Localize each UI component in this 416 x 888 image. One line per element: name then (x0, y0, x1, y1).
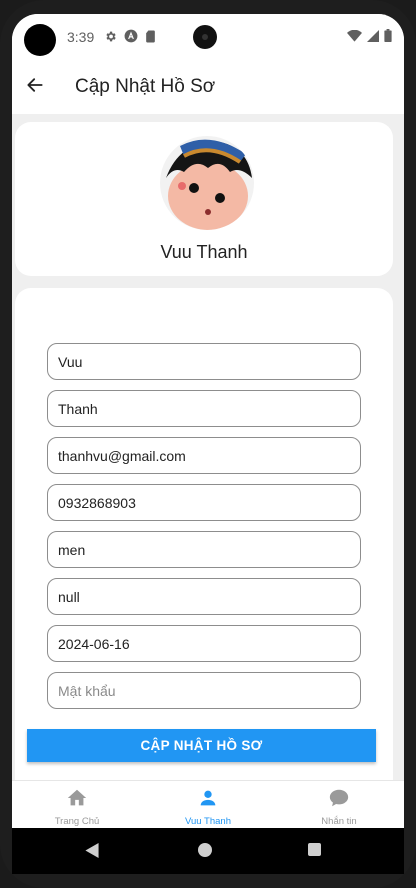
phone-screen: 3:39 Cập Nhật Hồ Sơ Vuu Thanh Vuu Thanh … (12, 14, 404, 874)
device-frame: 3:39 Cập Nhật Hồ Sơ Vuu Thanh Vuu Thanh … (0, 0, 416, 888)
system-back-icon[interactable] (85, 843, 99, 863)
status-icons-left (104, 29, 156, 48)
nav-label-profile: Vuu Thanh (185, 816, 231, 827)
profile-name: Vuu Thanh (160, 242, 248, 262)
signal-icon (367, 29, 379, 47)
front-camera (193, 25, 217, 49)
person-icon (197, 787, 219, 809)
password-field[interactable]: Mật khẩu (47, 672, 361, 709)
address-field[interactable]: null (47, 578, 361, 615)
app-bar: Cập Nhật Hồ Sơ (12, 60, 404, 114)
battery-icon (384, 29, 392, 47)
gear-icon (104, 30, 117, 48)
profile-card: Vuu Thanh (15, 122, 393, 276)
email-field[interactable]: thanhvu@gmail.com (47, 437, 361, 474)
chat-bubble-icon (328, 787, 350, 809)
system-navigation-bar (12, 828, 404, 874)
nav-item-home[interactable]: Trang Chủ (12, 781, 142, 829)
wifi-icon (347, 29, 362, 47)
sim-card-icon (145, 30, 156, 48)
home-icon (66, 787, 88, 809)
nav-label-messages: Nhắn tin (321, 816, 357, 827)
phone-field[interactable]: 0932868903 (47, 484, 361, 521)
status-time: 3:39 (67, 29, 95, 45)
update-profile-button[interactable]: CẬP NHẬT HỒ SƠ (27, 729, 376, 762)
bottom-navigation: Trang Chủ Vuu Thanh Nhắn tin (12, 780, 404, 828)
status-bar: 3:39 (12, 14, 404, 60)
nav-label-home: Trang Chủ (54, 816, 100, 827)
main-content: Vuu Thanh Vuu Thanh thanhvu@gmail.com 09… (12, 114, 404, 780)
profile-form: Vuu Thanh thanhvu@gmail.com 0932868903 m… (15, 288, 393, 780)
system-recents-icon[interactable] (308, 843, 321, 856)
camera-cutout (24, 24, 56, 56)
system-home-icon[interactable] (198, 843, 212, 857)
arrow-back-icon (25, 75, 45, 100)
back-button[interactable] (22, 74, 48, 100)
first-name-field[interactable]: Vuu (47, 343, 361, 380)
a-badge-icon (124, 29, 138, 48)
avatar[interactable] (160, 136, 254, 230)
last-name-field[interactable]: Thanh (47, 390, 361, 427)
status-icons-right (347, 29, 392, 47)
nav-item-profile[interactable]: Vuu Thanh (143, 781, 273, 829)
page-title: Cập Nhật Hồ Sơ (75, 76, 216, 97)
nav-item-messages[interactable]: Nhắn tin (274, 781, 404, 829)
birthdate-field[interactable]: 2024-06-16 (47, 625, 361, 662)
gender-field[interactable]: men (47, 531, 361, 568)
